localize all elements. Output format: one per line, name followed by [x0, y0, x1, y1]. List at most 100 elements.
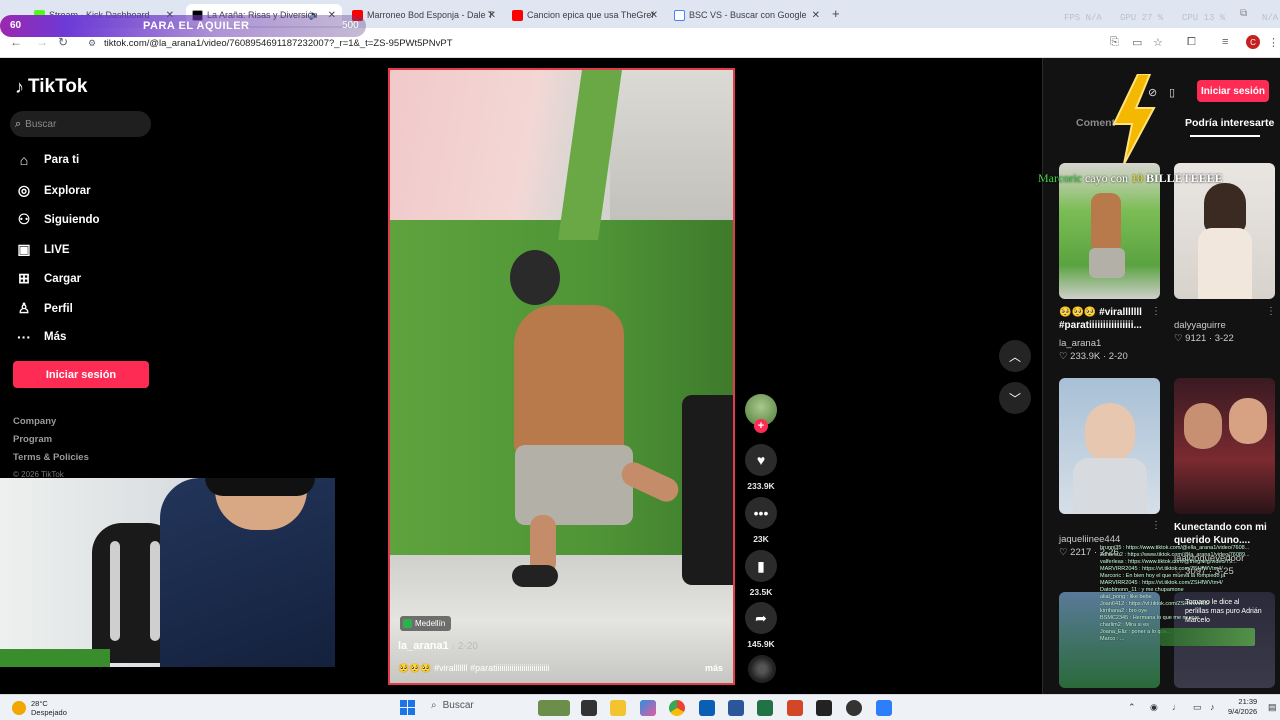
author-username: la_arana1: [398, 640, 449, 652]
more-options-icon[interactable]: ⋮: [1151, 306, 1161, 317]
nav-label: Más: [44, 331, 67, 343]
url-text: tiktok.com/@la_arana1/video/760895469118…: [104, 37, 453, 49]
login-button[interactable]: Iniciar sesión: [13, 361, 149, 388]
microphone-icon[interactable]: ♩: [1172, 702, 1181, 712]
clock-time: 21:39: [1238, 697, 1258, 706]
tiktok-logo[interactable]: ♪ TikTok: [15, 76, 87, 98]
tab-youtube-1[interactable]: Marroneo Bod Esponja - Dale T ✕: [346, 4, 502, 26]
copilot-icon[interactable]: [640, 700, 656, 716]
volume-icon[interactable]: ♪: [1210, 702, 1215, 712]
translate-icon[interactable]: ⎘: [1110, 36, 1119, 49]
moon-icon: [12, 701, 26, 715]
taskbar-search[interactable]: ⌕ Buscar: [431, 700, 474, 711]
recommended-video-thumb[interactable]: [1174, 378, 1275, 514]
network-icon[interactable]: ▭: [1193, 702, 1202, 713]
back-icon[interactable]: ←: [10, 35, 22, 49]
tab-youtube-2[interactable]: Cancion epica que usa TheGref ✕: [506, 4, 664, 26]
comment-button[interactable]: •••: [745, 497, 777, 529]
footer-program[interactable]: Program: [13, 434, 52, 445]
menu-icon[interactable]: ⋮: [1268, 36, 1279, 49]
nav-label: Explorar: [44, 184, 91, 197]
webcam-overlay: [0, 478, 335, 667]
system-clock[interactable]: 21:39 9/4/2026: [1228, 697, 1257, 717]
next-video-button[interactable]: ﹀: [999, 382, 1031, 414]
device-icon[interactable]: ▯: [1169, 86, 1175, 99]
site-info-icon[interactable]: ⚙: [88, 38, 96, 49]
search-box[interactable]: ⌕: [10, 111, 151, 137]
follow-plus-icon[interactable]: +: [754, 419, 768, 433]
word-icon[interactable]: [728, 700, 744, 716]
nav-explorar[interactable]: ◎ Explorar: [16, 182, 91, 199]
task-view-icon[interactable]: [581, 700, 597, 716]
chevron-down-icon: ﹀: [1008, 391, 1021, 406]
search-icon: ⌕: [431, 700, 437, 711]
music-disc-icon[interactable]: [748, 655, 776, 683]
footer-company[interactable]: Company: [13, 416, 56, 427]
file-explorer-icon[interactable]: [610, 700, 626, 716]
chat-message: brunni35 : https://www.tiktok.com/@ella_…: [1100, 545, 1250, 551]
powerpoint-icon[interactable]: [787, 700, 803, 716]
nav-perfil[interactable]: ♙ Perfil: [16, 300, 73, 317]
nav-siguiendo[interactable]: ⚇ Siguiendo: [16, 211, 100, 228]
minimize-icon[interactable]: ⧉: [1240, 8, 1247, 19]
tray-app-icon[interactable]: ◉: [1150, 702, 1158, 713]
search-input[interactable]: [25, 118, 136, 130]
video-author[interactable]: la_arana1 · 2-20: [398, 640, 478, 652]
thumb-user[interactable]: dalyyaguirre: [1174, 320, 1226, 331]
gpu-readout: GPU 27 %: [1120, 13, 1164, 23]
footer-terms[interactable]: Terms & Policies: [13, 452, 89, 463]
forward-icon[interactable]: →: [36, 35, 48, 49]
location-tag[interactable]: Medellín: [400, 616, 452, 631]
heart-icon: ♥: [756, 452, 766, 468]
close-icon[interactable]: ✕: [488, 10, 496, 21]
share-button[interactable]: ➦: [745, 602, 777, 634]
previous-video-button[interactable]: ︿: [999, 340, 1031, 372]
thumb-user[interactable]: la_arana1: [1059, 338, 1101, 349]
bookmark-star-icon[interactable]: ☆: [1153, 36, 1163, 49]
video-frame-wall: [610, 70, 733, 220]
streamer-hair-image: [205, 478, 315, 496]
obs-icon[interactable]: [846, 700, 862, 716]
panel-login-button[interactable]: Iniciar sesión: [1197, 80, 1269, 102]
notification-icon[interactable]: ▤: [1268, 702, 1277, 713]
cast-icon[interactable]: ▭: [1132, 36, 1142, 49]
thumb-stats-text: 233.9K · 2-20: [1070, 351, 1128, 362]
video-player[interactable]: Medellín la_arana1 · 2-20 🥺🥺🥺 #viralllll…: [388, 68, 735, 685]
chat-message: Datobinonn_11 : y me chupamone: [1100, 587, 1184, 593]
caption-more-link[interactable]: más: [705, 663, 723, 673]
stream-goal-overlay: 60 PARA EL AQUILER 500: [0, 15, 366, 37]
tab-recommended[interactable]: Podría interesarte: [1185, 117, 1274, 129]
profile-avatar[interactable]: C: [1246, 35, 1260, 49]
goal-title: PARA EL AQUILER: [143, 20, 250, 32]
widget-app-icon[interactable]: [538, 700, 570, 716]
capture-app-icon[interactable]: [816, 700, 832, 716]
thumb-user[interactable]: jaqueliinee444: [1059, 534, 1120, 545]
clock-date: 9/4/2026: [1228, 707, 1258, 716]
close-icon[interactable]: ✕: [650, 10, 658, 21]
new-tab-button[interactable]: +: [832, 6, 840, 21]
chevron-up-icon[interactable]: ⌃: [1128, 702, 1136, 713]
nav-cargar[interactable]: ⊞ Cargar: [16, 270, 81, 287]
chevron-up-icon: ︿: [1008, 349, 1021, 364]
extensions-icon[interactable]: ⧠: [1187, 36, 1196, 49]
more-options-icon[interactable]: ⋮: [1266, 306, 1276, 317]
save-button[interactable]: ▮: [745, 550, 777, 582]
nav-label: Cargar: [44, 272, 82, 285]
reload-icon[interactable]: ↻: [58, 35, 68, 49]
nav-para-ti[interactable]: ⌂ Para ti: [16, 152, 79, 168]
windows-start-icon[interactable]: [400, 700, 415, 715]
more-options-icon[interactable]: ⋮: [1151, 520, 1161, 531]
comment-count: 23K: [753, 534, 769, 544]
tab-google[interactable]: BSC VS - Buscar con Google ✕: [668, 4, 826, 26]
chrome-icon[interactable]: [669, 700, 685, 716]
nav-mas[interactable]: ··· Más: [16, 329, 66, 345]
recommended-video-thumb[interactable]: [1059, 378, 1160, 514]
store-icon[interactable]: [699, 700, 715, 716]
notepad-icon[interactable]: [876, 700, 892, 716]
excel-icon[interactable]: [757, 700, 773, 716]
like-button[interactable]: ♥: [745, 444, 777, 476]
tab-search-icon[interactable]: ≡: [1222, 36, 1228, 48]
weather-widget[interactable]: 28°C Despejado: [12, 699, 67, 717]
nav-live[interactable]: ▣ LIVE: [16, 241, 69, 258]
close-icon[interactable]: ✕: [812, 10, 820, 21]
